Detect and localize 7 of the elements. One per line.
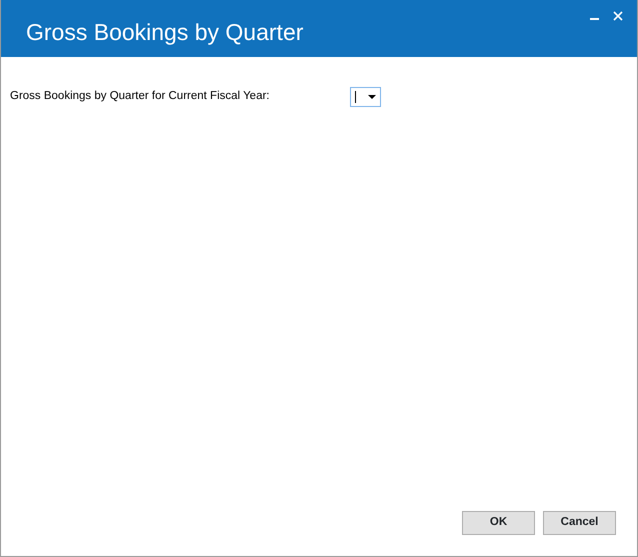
dropdown-field[interactable] xyxy=(350,87,381,107)
cancel-button[interactable]: Cancel xyxy=(543,511,616,535)
close-icon[interactable] xyxy=(613,11,623,21)
window-title: Gross Bookings by Quarter xyxy=(26,19,304,47)
field-label: Gross Bookings by Quarter for Current Fiscal Year: xyxy=(10,89,270,104)
caret-icon xyxy=(368,95,376,99)
ok-button[interactable]: OK xyxy=(462,511,535,535)
